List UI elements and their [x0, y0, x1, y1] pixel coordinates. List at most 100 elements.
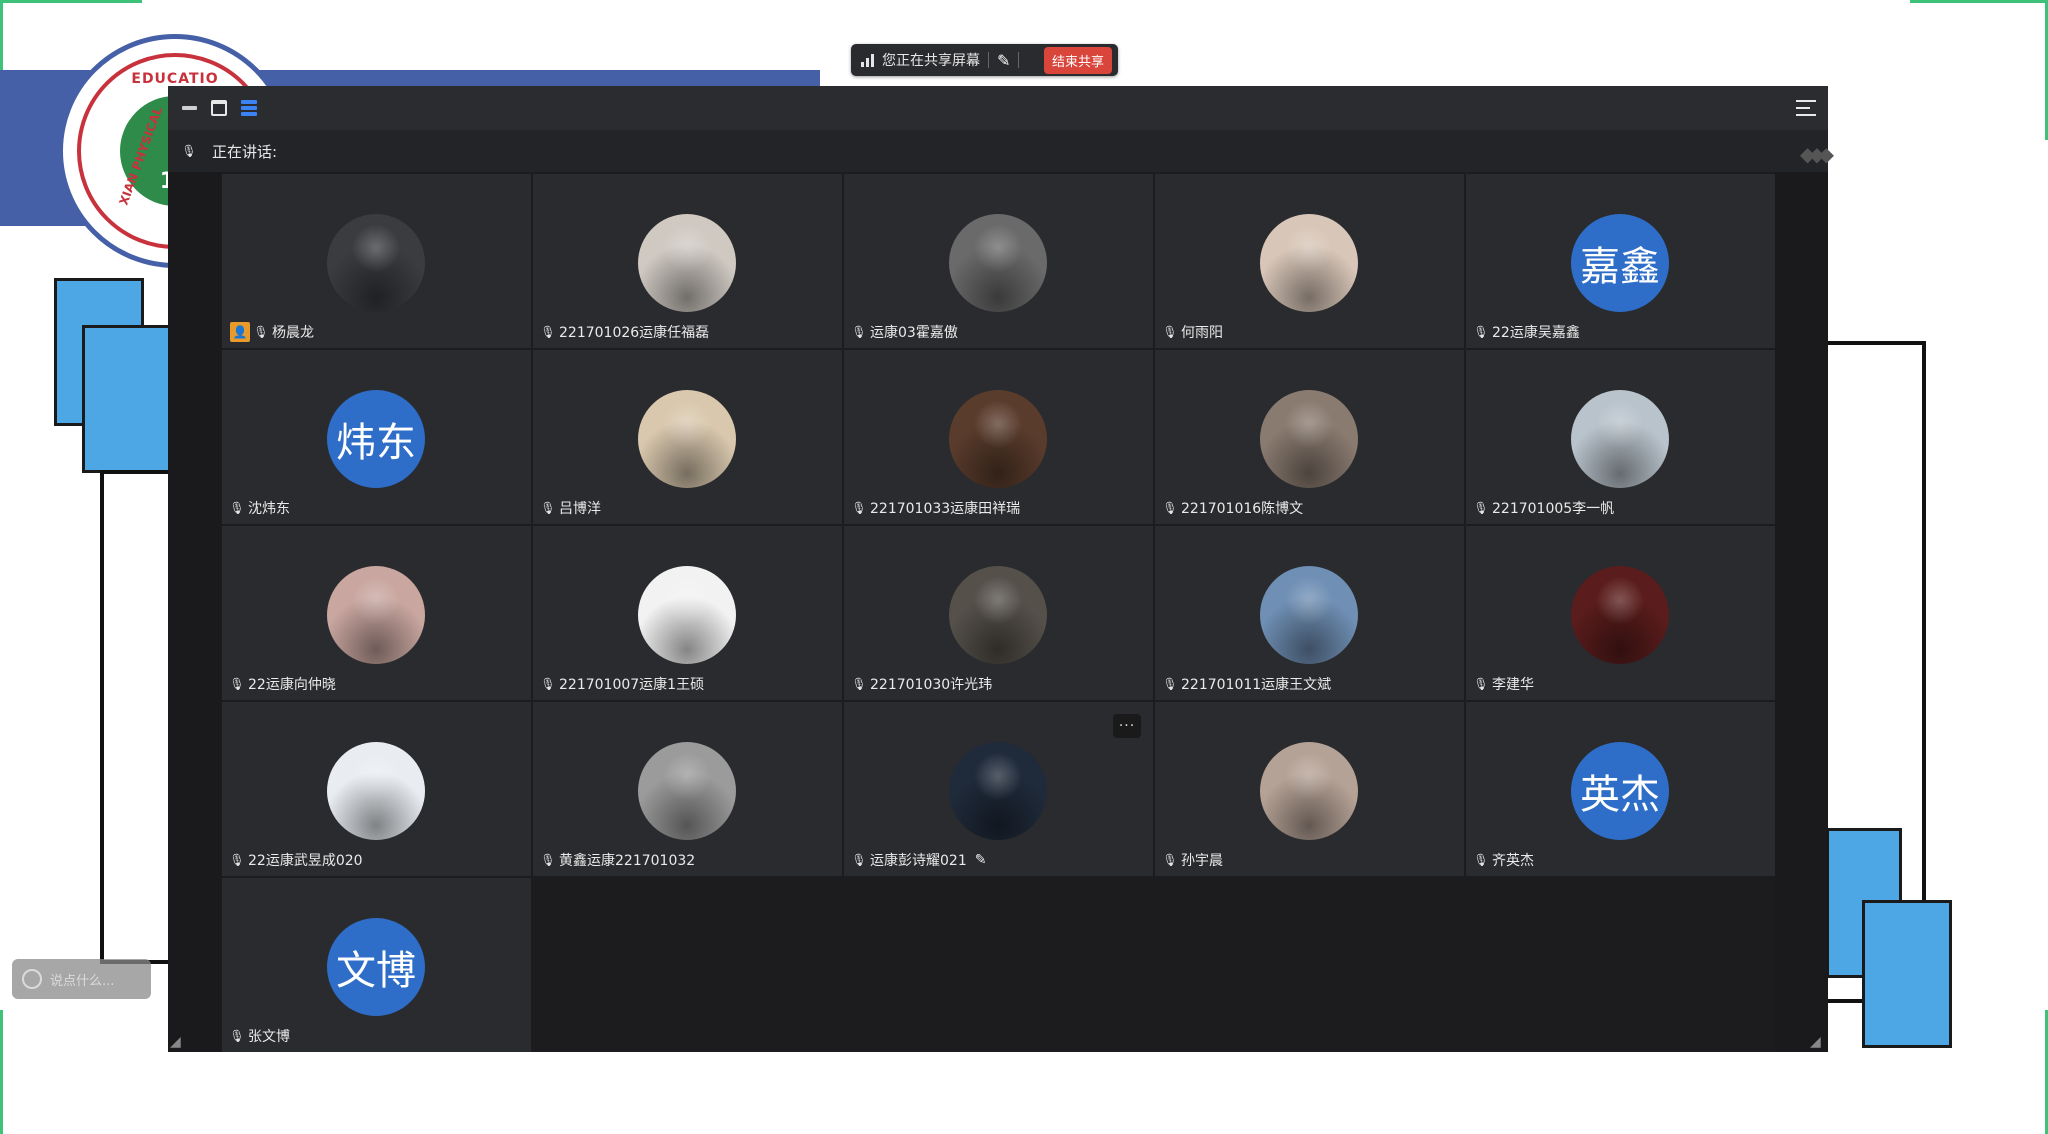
- participant-name: 孙宇晨: [1181, 853, 1223, 869]
- speaking-bar: 🎙 正在讲话: ◆◆◆: [168, 130, 1834, 172]
- participant-name: 李建华: [1492, 677, 1534, 693]
- more-options-icon[interactable]: ···: [1113, 714, 1141, 738]
- resize-handle-icon[interactable]: ◢: [1810, 1034, 1826, 1050]
- participant-name: 221701005李一帆: [1492, 501, 1615, 517]
- participant-tile[interactable]: 👤 🎙 杨晨龙: [222, 174, 531, 348]
- annotate-icon: ✎: [974, 852, 987, 868]
- participant-name-row: 🎙 李建华: [1473, 674, 1534, 694]
- avatar: 嘉鑫: [1571, 214, 1669, 312]
- participant-tile[interactable]: 🎙 运康彭诗耀021 ✎ ···: [844, 702, 1153, 876]
- participant-name-row: 🎙 运康彭诗耀021 ✎: [851, 850, 987, 870]
- participant-tile[interactable]: 🎙 孙宇晨: [1155, 702, 1464, 876]
- participant-tile[interactable]: 🎙 221701016陈博文: [1155, 350, 1464, 524]
- divider: [988, 52, 989, 68]
- participant-name: 吕博洋: [559, 501, 601, 517]
- participant-tile[interactable]: 英杰 🎙 齐英杰: [1466, 702, 1775, 876]
- participant-tile[interactable]: 嘉鑫 🎙 22运康吴嘉鑫: [1466, 174, 1775, 348]
- participant-name-row: 🎙 沈炜东: [229, 498, 290, 518]
- collapse-icon[interactable]: ◆◆◆: [1800, 142, 1834, 166]
- participant-name-row: 🎙 221701005李一帆: [1473, 498, 1615, 518]
- avatar: [327, 566, 425, 664]
- participant-name: 221701016陈博文: [1181, 501, 1304, 517]
- avatar: 文博: [327, 918, 425, 1016]
- participant-name-row: 🎙 221701007运康1王硕: [540, 674, 705, 694]
- participant-name: 何雨阳: [1181, 325, 1223, 341]
- participant-tile[interactable]: 🎙 221701005李一帆: [1466, 350, 1775, 524]
- participant-tile[interactable]: 🎙 221701030许光玮: [844, 526, 1153, 700]
- speaking-label: 正在讲话:: [212, 142, 278, 161]
- deco-square: [1862, 900, 1952, 1048]
- corner-line-bottom-left: [0, 1010, 3, 1134]
- mic-muted-icon: 🎙: [1162, 677, 1178, 691]
- mic-muted-icon: 🎙: [540, 325, 556, 339]
- mic-muted-icon: 🎙: [540, 677, 556, 691]
- participant-name: 221701007运康1王硕: [559, 677, 705, 693]
- mic-muted-icon: 🎙: [1162, 501, 1178, 515]
- participant-tile[interactable]: 🎙 221701026运康任福磊: [533, 174, 842, 348]
- avatar: [949, 214, 1047, 312]
- mic-muted-icon: 🎙: [851, 501, 867, 515]
- chat-placeholder: 说点什么...: [50, 973, 115, 989]
- mic-muted-icon: 🎙: [1473, 325, 1489, 339]
- participant-tile[interactable]: 🎙 吕博洋: [533, 350, 842, 524]
- participant-name: 黄鑫运康221701032: [559, 853, 696, 869]
- corner-line-top-left: [0, 0, 142, 3]
- participant-name: 运康03霍嘉傲: [870, 325, 958, 341]
- participant-tile[interactable]: 文博 🎙 张文博: [222, 878, 531, 1052]
- mic-muted-icon: 🎙: [1473, 853, 1489, 867]
- participant-tile[interactable]: 🎙 22运康武昱成020: [222, 702, 531, 876]
- chat-input[interactable]: 说点什么...: [12, 959, 151, 999]
- deco-square: [82, 325, 172, 473]
- avatar: [949, 390, 1047, 488]
- mic-muted-icon: 🎙: [253, 325, 269, 339]
- participant-name-row: 🎙 黄鑫运康221701032: [540, 850, 696, 870]
- participant-tile[interactable]: 🎙 22运康向仲晓: [222, 526, 531, 700]
- mic-muted-icon: 🎙: [1473, 677, 1489, 691]
- participant-name-row: 🎙 吕博洋: [540, 498, 601, 518]
- avatar: [949, 566, 1047, 664]
- participant-name: 221701030许光玮: [870, 677, 993, 693]
- avatar: [638, 566, 736, 664]
- participant-tile[interactable]: 🎙 黄鑫运康221701032: [533, 702, 842, 876]
- mic-muted-icon: 🎙: [229, 1029, 245, 1043]
- annotate-icon[interactable]: ✎: [997, 51, 1010, 70]
- meeting-window: 🎙 正在讲话: ◆◆◆ 👤 🎙 杨晨龙 🎙 221701026运康任福磊 🎙 运康03霍嘉傲…: [168, 86, 1834, 1052]
- avatar: [638, 742, 736, 840]
- participant-tile[interactable]: 🎙 运康03霍嘉傲: [844, 174, 1153, 348]
- avatar: [1260, 390, 1358, 488]
- participant-tile[interactable]: 🎙 何雨阳: [1155, 174, 1464, 348]
- participant-tile[interactable]: 🎙 李建华: [1466, 526, 1775, 700]
- mic-muted-icon: 🎙: [540, 853, 556, 867]
- participant-tile[interactable]: 🎙 221701011运康王文斌: [1155, 526, 1464, 700]
- avatar-initials: 文博: [336, 948, 416, 994]
- logo-ring-text: EDUCATIO: [131, 71, 219, 87]
- avatar: [1260, 742, 1358, 840]
- minimize-icon[interactable]: [180, 99, 198, 117]
- window-icon[interactable]: [210, 99, 228, 117]
- avatar: [327, 214, 425, 312]
- mic-muted-icon: 🎙: [229, 501, 245, 515]
- mic-muted-icon: 🎙: [1162, 325, 1178, 339]
- avatar: [638, 214, 736, 312]
- avatar: 英杰: [1571, 742, 1669, 840]
- participant-name: 张文博: [248, 1029, 290, 1045]
- participant-tile[interactable]: 🎙 221701007运康1王硕: [533, 526, 842, 700]
- end-share-button[interactable]: 结束共享: [1043, 46, 1112, 74]
- participant-name-row: 🎙 张文博: [229, 1026, 290, 1046]
- resize-handle-icon[interactable]: ◢: [170, 1034, 186, 1050]
- screen-share-bar: 您正在共享屏幕 ✎ 结束共享: [851, 44, 1118, 76]
- list-view-icon[interactable]: [240, 99, 258, 117]
- participant-name: 运康彭诗耀021: [870, 853, 967, 869]
- participant-name-row: 🎙 22运康向仲晓: [229, 674, 335, 694]
- participant-name: 22运康武昱成020: [248, 853, 363, 869]
- divider: [1018, 52, 1020, 68]
- participant-name-row: 🎙 齐英杰: [1473, 850, 1534, 870]
- participant-name-row: 🎙 221701033运康田祥瑞: [851, 498, 1020, 518]
- avatar: [638, 390, 736, 488]
- participant-tile[interactable]: 🎙 221701033运康田祥瑞: [844, 350, 1153, 524]
- participant-name: 杨晨龙: [272, 325, 314, 341]
- participant-tile[interactable]: 炜东 🎙 沈炜东: [222, 350, 531, 524]
- side-menu-icon[interactable]: [1796, 98, 1816, 118]
- emoji-icon[interactable]: [22, 969, 42, 989]
- participant-name-row: 👤 🎙 杨晨龙: [230, 322, 314, 342]
